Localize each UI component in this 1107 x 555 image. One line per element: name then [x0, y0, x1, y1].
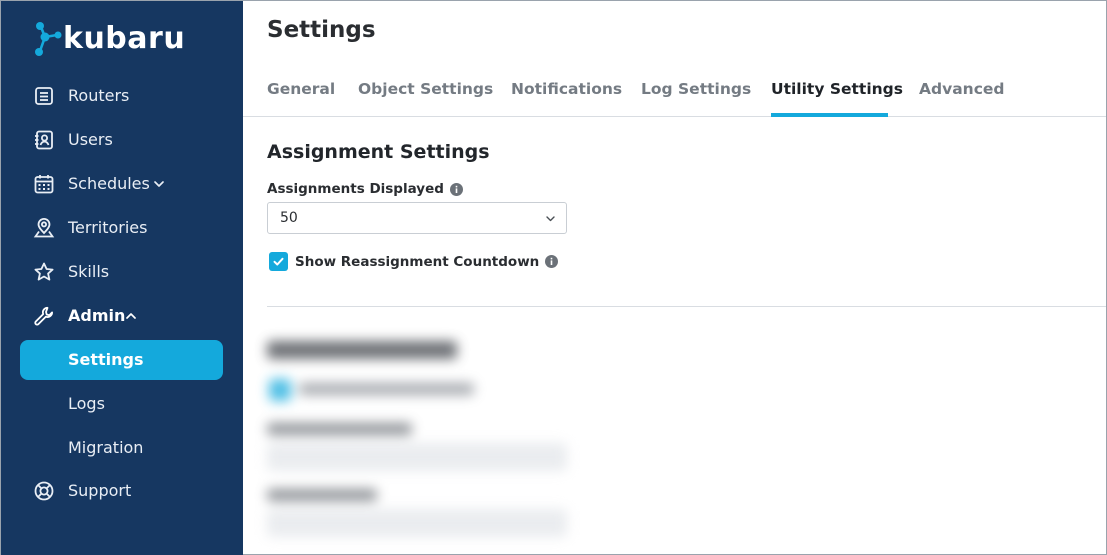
kubaru-logo-icon	[33, 19, 63, 59]
sidebar-item-label: Territories	[68, 218, 148, 237]
lifebuoy-icon	[33, 480, 55, 502]
checkmark-icon	[273, 257, 284, 266]
sidebar-subitem-settings[interactable]: Settings	[20, 340, 223, 380]
contacts-icon	[33, 129, 55, 151]
sidebar-item-territories[interactable]: Territories	[1, 208, 243, 248]
info-icon[interactable]	[545, 255, 559, 268]
assignment-settings-heading: Assignment Settings	[267, 141, 490, 163]
sidebar-subitem-label: Settings	[68, 350, 144, 369]
sidebar-item-admin[interactable]: Admin	[1, 296, 243, 336]
sidebar-item-label: Support	[68, 481, 132, 500]
sidebar-item-users[interactable]: Users	[1, 120, 243, 160]
settings-tabs: General Object Settings Notifications Lo…	[243, 71, 1106, 117]
location-pin-icon	[33, 217, 55, 239]
show-reassignment-countdown-checkbox[interactable]	[269, 252, 288, 271]
tab-advanced[interactable]: Advanced	[919, 71, 1005, 117]
sidebar-item-label: Users	[68, 130, 113, 149]
sidebar-subitem-label: Migration	[68, 438, 144, 457]
sidebar-item-label: Admin	[68, 306, 126, 325]
section-divider	[267, 306, 1106, 307]
sidebar-subitem-migration[interactable]: Migration	[20, 428, 223, 468]
sidebar-subitem-label: Logs	[68, 394, 105, 413]
sidebar-subitem-logs[interactable]: Logs	[20, 384, 223, 424]
sidebar-item-skills[interactable]: Skills	[1, 252, 243, 292]
tab-utility-settings[interactable]: Utility Settings	[771, 71, 903, 117]
tab-notifications[interactable]: Notifications	[511, 71, 622, 117]
kubaru-logo-text: kubaru	[63, 21, 186, 56]
show-reassignment-countdown-label: Show Reassignment Countdown	[295, 253, 540, 270]
list-icon	[33, 85, 55, 107]
sidebar-item-support[interactable]: Support	[1, 471, 243, 511]
main-content: Settings General Object Settings Notific…	[243, 1, 1106, 554]
calendar-icon	[33, 173, 55, 195]
tab-general[interactable]: General	[267, 71, 335, 117]
info-icon[interactable]	[449, 182, 463, 196]
sidebar-item-label: Skills	[68, 262, 110, 281]
chevron-up-icon	[125, 310, 137, 322]
chevron-down-icon	[153, 178, 165, 190]
sidebar-item-routers[interactable]: Routers	[1, 76, 243, 116]
sidebar: kubaru Routers Users Schedules Territori…	[1, 1, 243, 555]
assignments-displayed-select[interactable]: 50	[267, 202, 567, 234]
chevron-down-icon	[545, 213, 556, 224]
show-reassignment-countdown-row: Show Reassignment Countdown	[269, 252, 559, 271]
sidebar-item-label: Schedules	[68, 174, 150, 193]
wrench-icon	[33, 305, 55, 327]
assignments-displayed-label-text: Assignments Displayed	[267, 181, 444, 197]
sidebar-item-schedules[interactable]: Schedules	[1, 164, 243, 204]
tab-object-settings[interactable]: Object Settings	[358, 71, 493, 117]
sidebar-item-label: Routers	[68, 86, 130, 105]
blurred-content	[243, 321, 1106, 554]
star-icon	[33, 261, 55, 283]
kubaru-logo[interactable]: kubaru	[33, 19, 185, 59]
assignments-displayed-value: 50	[280, 210, 298, 226]
tab-log-settings[interactable]: Log Settings	[641, 71, 751, 117]
assignments-displayed-label: Assignments Displayed	[267, 181, 463, 197]
page-title: Settings	[267, 17, 376, 43]
